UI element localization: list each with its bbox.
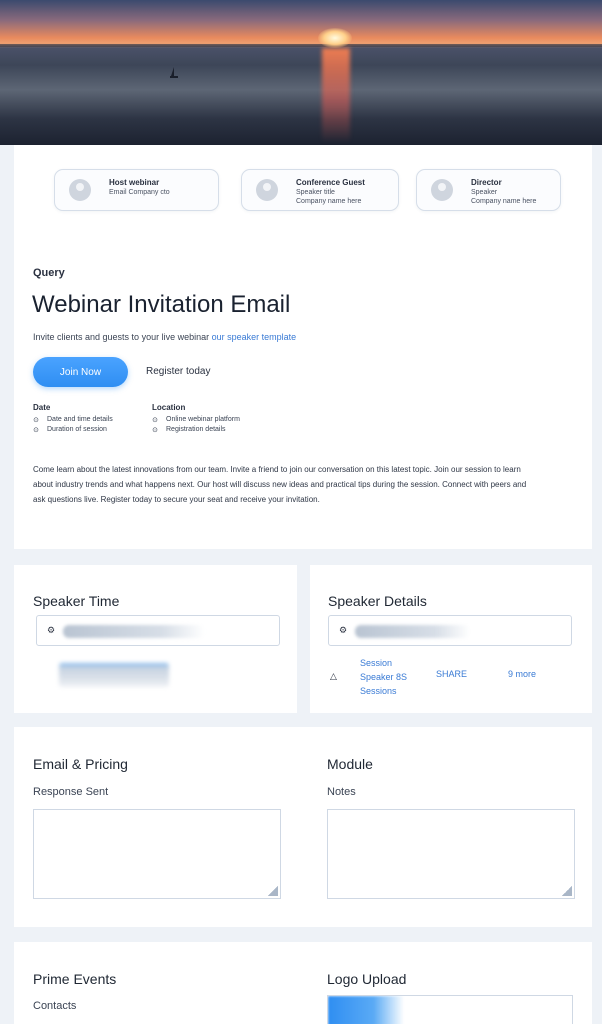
horizon-line bbox=[0, 44, 602, 47]
card-title: Module bbox=[327, 756, 373, 772]
speaker-company: Company name here bbox=[296, 198, 362, 205]
speaker-chip-2[interactable]: Conference Guest Speaker title Company n… bbox=[241, 169, 399, 211]
speaker-role: Speaker bbox=[471, 189, 498, 196]
field-label: Contacts bbox=[33, 1000, 77, 1012]
speaker-name: Conference Guest bbox=[296, 178, 365, 187]
field-label: Response Sent bbox=[33, 786, 109, 798]
agenda-row: ⊙ Date and time details bbox=[33, 416, 113, 424]
agenda-row: ⊙ Duration of session bbox=[33, 426, 113, 434]
speaker-details-field[interactable]: ⚙ bbox=[328, 615, 572, 646]
agenda-row-text: Date and time details bbox=[47, 416, 113, 423]
speaker-role: Speaker title bbox=[296, 189, 335, 196]
sessions-link[interactable]: Sessions bbox=[360, 684, 407, 698]
avatar bbox=[256, 179, 278, 201]
confirm-button[interactable] bbox=[59, 663, 169, 687]
agenda-heading: Location bbox=[152, 403, 186, 412]
field-label: Notes bbox=[327, 786, 356, 798]
settings-icon: ⚙ bbox=[47, 625, 56, 635]
agenda-row-text: Duration of session bbox=[47, 426, 107, 433]
agenda-row: ⊙ Online webinar platform bbox=[152, 416, 240, 424]
resize-handle[interactable] bbox=[562, 886, 572, 896]
page-title: Webinar Invitation Email bbox=[32, 291, 291, 318]
agenda-location: Location ⊙ Online webinar platform ⊙ Regis… bbox=[152, 403, 240, 436]
webinar-invitation-card: Host webinar Email Company cto Conferenc… bbox=[14, 145, 592, 549]
ticket-icon: ⊙ bbox=[152, 427, 158, 434]
sun bbox=[318, 28, 352, 48]
resize-handle[interactable] bbox=[268, 886, 278, 896]
agenda-row-text: Online webinar platform bbox=[166, 416, 240, 423]
card-title: Speaker Time bbox=[33, 593, 120, 609]
agenda-heading: Date bbox=[33, 403, 51, 412]
upload-progress bbox=[328, 996, 404, 1024]
join-now-button[interactable]: Join Now bbox=[33, 357, 128, 387]
email-module-card: Email & Pricing Response Sent Module Not… bbox=[14, 727, 592, 927]
card-title: Logo Upload bbox=[327, 971, 407, 987]
avatar bbox=[431, 179, 453, 201]
speaker-link[interactable]: Speaker 8S bbox=[360, 670, 407, 684]
timer-icon: ⊙ bbox=[33, 427, 39, 434]
speaker-role: Email Company cto bbox=[109, 189, 170, 196]
card-title: Speaker Details bbox=[328, 593, 427, 609]
speaker-chip-1[interactable]: Host webinar Email Company cto bbox=[54, 169, 219, 211]
agenda-row-text: Registration details bbox=[166, 426, 226, 433]
speaker-time-field[interactable]: ⚙ bbox=[36, 615, 280, 646]
page-subtitle: Invite clients and guests to your live w… bbox=[33, 332, 296, 342]
clock-icon: ⊙ bbox=[33, 417, 39, 424]
speaker-name: Director bbox=[471, 178, 502, 187]
speaker-company: Company name here bbox=[471, 198, 537, 205]
prime-logo-card: Prime Events Contacts Logo Upload bbox=[14, 942, 592, 1024]
session-link[interactable]: Session bbox=[360, 656, 407, 670]
description-paragraph: Come learn about the latest innovations … bbox=[33, 465, 527, 504]
globe-icon: ⊙ bbox=[152, 417, 158, 424]
sun-reflection bbox=[322, 48, 350, 143]
eyebrow-label: Query bbox=[33, 267, 65, 279]
speaker-details-card: Speaker Details ⚙ △ Session Speaker 8S S… bbox=[310, 565, 592, 713]
speaker-time-card: Speaker Time ⚙ bbox=[14, 565, 297, 713]
subtitle-link[interactable]: our speaker template bbox=[212, 332, 297, 342]
field-value bbox=[63, 625, 205, 638]
card-title: Email & Pricing bbox=[33, 756, 128, 772]
speaker-name: Host webinar bbox=[109, 178, 160, 187]
session-links: Session Speaker 8S Sessions bbox=[360, 656, 407, 698]
logo-upload-dropzone[interactable] bbox=[327, 995, 573, 1024]
hero-sunset-image bbox=[0, 0, 602, 145]
share-link[interactable]: SHARE bbox=[436, 667, 467, 681]
agenda-date: Date ⊙ Date and time details ⊙ Duration of… bbox=[33, 403, 113, 436]
register-link[interactable]: Register today bbox=[146, 366, 210, 377]
more-link[interactable]: 9 more bbox=[508, 667, 536, 681]
notes-textarea[interactable] bbox=[327, 809, 575, 899]
card-title: Prime Events bbox=[33, 971, 117, 987]
warning-icon: △ bbox=[330, 671, 337, 681]
settings-icon: ⚙ bbox=[339, 625, 348, 635]
field-value bbox=[355, 625, 470, 638]
avatar bbox=[69, 179, 91, 201]
speaker-chip-3[interactable]: Director Speaker Company name here bbox=[416, 169, 561, 211]
agenda-row: ⊙ Registration details bbox=[152, 426, 240, 434]
sailboat-icon bbox=[170, 67, 178, 78]
subtitle-text: Invite clients and guests to your live w… bbox=[33, 332, 212, 342]
response-textarea[interactable] bbox=[33, 809, 281, 899]
